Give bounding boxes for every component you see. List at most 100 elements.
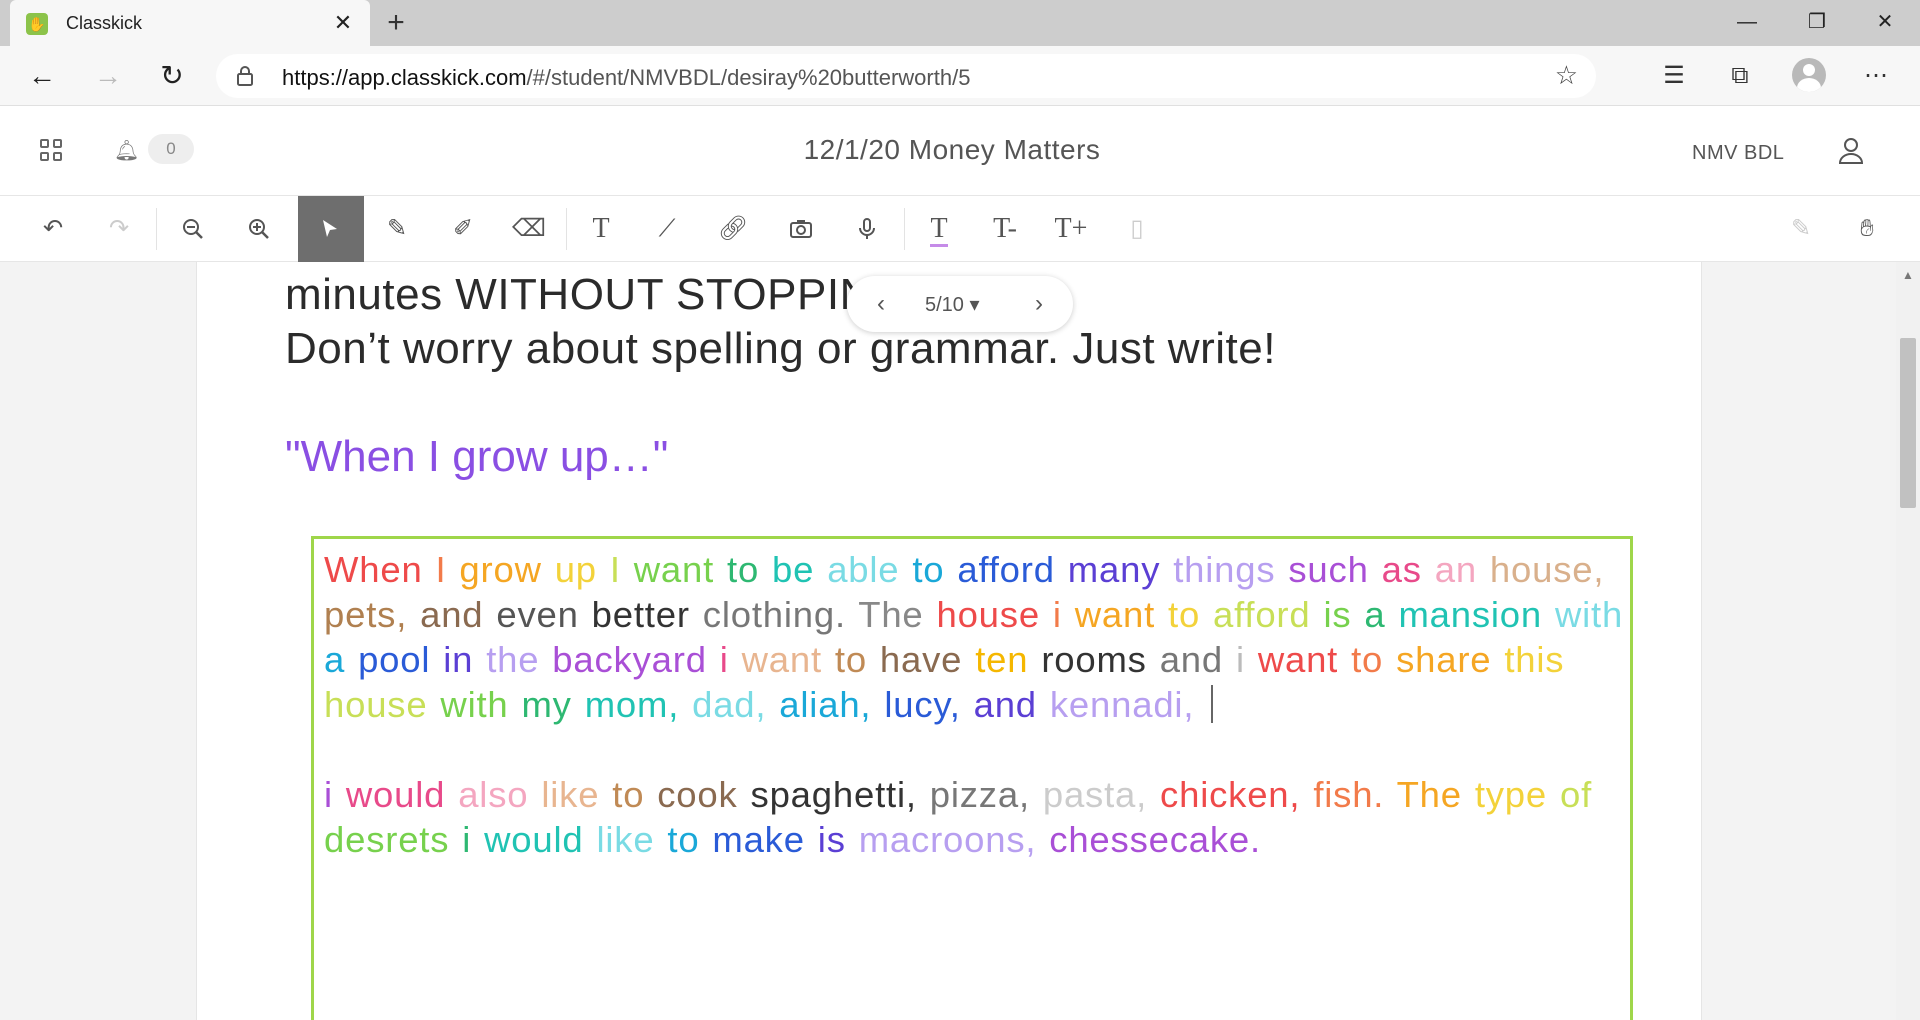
answer-word: afford	[1213, 594, 1311, 635]
answer-word: mom,	[584, 684, 680, 725]
answer-word: with	[440, 684, 509, 725]
address-bar[interactable]: https://app.classkick.com/#/student/NMVB…	[216, 54, 1596, 98]
answer-word: able	[827, 549, 900, 590]
answer-word: make	[712, 819, 805, 860]
browser-tab[interactable]: ✋ Classkick ✕	[10, 0, 370, 46]
browser-toolbar: ← → ↻ https://app.classkick.com/#/studen…	[0, 46, 1920, 106]
delete-tool-icon: ▯	[1130, 215, 1144, 242]
highlighter-tool-icon[interactable]: ✐	[430, 196, 496, 262]
answer-word: clothing.	[702, 594, 846, 635]
eraser-tool-icon[interactable]: ⌫	[496, 196, 562, 262]
hand-pan-tool-icon[interactable]: ✋︎	[1834, 196, 1900, 262]
answer-word: to	[912, 549, 945, 590]
decrease-text-size-icon[interactable]: T-	[972, 196, 1038, 262]
tab-title: Classkick	[66, 13, 143, 33]
canvas-workspace[interactable]: minutes WITHOUT STOPPING Don’t worry abo…	[0, 262, 1920, 1020]
answer-word: i	[719, 639, 729, 680]
answer-word: The	[1396, 774, 1462, 815]
student-answer-textbox[interactable]: When I grow up I want to be able to affo…	[311, 536, 1633, 1020]
answer-paragraph	[324, 727, 1624, 772]
browser-tab-strip: ✋ Classkick ✕ + — ❐ ✕	[0, 0, 1920, 46]
answer-word: is	[1323, 594, 1352, 635]
microphone-tool-icon[interactable]	[834, 196, 900, 262]
answer-word: things	[1173, 549, 1276, 590]
redo-icon: ↷	[108, 215, 130, 242]
answer-word: would	[345, 774, 446, 815]
answer-word: a	[1364, 594, 1386, 635]
answer-word: The	[858, 594, 924, 635]
sticker-tool-icon: ✎	[1790, 215, 1812, 242]
url-host: https://app.classkick.com	[282, 65, 527, 90]
text-color-icon[interactable]: T	[906, 196, 972, 262]
answer-word: and	[973, 684, 1037, 725]
zoom-in-icon[interactable]	[226, 196, 292, 262]
back-icon[interactable]: ←	[22, 56, 62, 96]
class-name[interactable]: NMV BDL	[1692, 142, 1784, 165]
answer-word: pool	[358, 639, 431, 680]
answer-word: house,	[1489, 549, 1605, 590]
answer-word: the	[486, 639, 540, 680]
answer-word: such	[1288, 549, 1369, 590]
minimize-icon[interactable]: —	[1716, 0, 1778, 46]
previous-page-icon[interactable]: ‹	[861, 284, 901, 324]
answer-word: is	[817, 819, 846, 860]
answer-word: also	[458, 774, 529, 815]
favorites-icon[interactable]: ☰	[1656, 58, 1692, 94]
answer-word: I	[609, 549, 621, 590]
answer-word: backyard	[552, 639, 707, 680]
scroll-thumb[interactable]	[1900, 338, 1916, 508]
answer-word: rooms	[1041, 639, 1147, 680]
assignment-title: 12/1/20 Money Matters	[803, 134, 1101, 165]
answer-word: be	[772, 549, 815, 590]
answer-word: even	[496, 594, 579, 635]
prompt-line-1: minutes WITHOUT STOPPING	[285, 270, 907, 319]
answer-word: dad,	[692, 684, 767, 725]
zoom-out-icon[interactable]	[160, 196, 226, 262]
favorite-star-icon[interactable]: ☆	[1555, 60, 1578, 91]
lock-icon	[237, 66, 253, 86]
pen-tool-icon[interactable]: ✎	[364, 196, 430, 262]
select-pointer-tool[interactable]	[298, 196, 364, 262]
answer-word: i	[462, 819, 472, 860]
answer-word: pizza,	[929, 774, 1030, 815]
answer-word: in	[443, 639, 474, 680]
app-header: 🔔︎ 0 12/1/20 Money Matters NMV BDL	[0, 106, 1920, 196]
answer-word: this	[1504, 639, 1565, 680]
answer-word: to	[1351, 639, 1384, 680]
answer-word: to	[612, 774, 645, 815]
answer-word: chicken,	[1160, 774, 1301, 815]
answer-word: aliah,	[779, 684, 872, 725]
line-tool-icon[interactable]: ⟋	[634, 196, 700, 262]
answer-word: as	[1381, 549, 1422, 590]
profile-avatar[interactable]	[1792, 58, 1826, 92]
close-tab-icon[interactable]: ✕	[328, 8, 358, 38]
refresh-icon[interactable]: ↻	[152, 56, 192, 96]
scroll-up-icon[interactable]: ▲	[1902, 268, 1914, 282]
answer-word: cook	[657, 774, 738, 815]
new-tab-icon[interactable]: +	[378, 6, 414, 40]
collections-icon[interactable]: ⧉	[1722, 58, 1758, 94]
user-account-icon[interactable]	[1838, 136, 1864, 166]
answer-word: ten	[975, 639, 1029, 680]
answer-word: chessecake.	[1049, 819, 1261, 860]
more-menu-icon[interactable]: ⋯	[1858, 58, 1894, 94]
undo-icon[interactable]: ↶	[20, 196, 86, 262]
restore-icon[interactable]: ❐	[1786, 0, 1848, 46]
answer-paragraph: When I grow up I want to be able to affo…	[324, 547, 1624, 727]
answer-word: would	[484, 819, 584, 860]
drawing-toolbar: ↶ ↷ ✎ ✐ ⌫ T ⟋ 🔗︎ T T- T+ ▯ ✎ ✋︎	[0, 196, 1920, 262]
answer-text[interactable]: When I grow up I want to be able to affo…	[324, 547, 1624, 862]
camera-tool-icon[interactable]	[768, 196, 834, 262]
answer-word: kennadi,	[1049, 684, 1195, 725]
vertical-scrollbar[interactable]: ▲	[1896, 262, 1920, 1020]
link-tool-icon[interactable]: 🔗︎	[700, 196, 766, 262]
page-selector[interactable]: 5/10 ▾	[925, 292, 980, 317]
answer-word: house	[324, 684, 428, 725]
worksheet-page[interactable]: minutes WITHOUT STOPPING Don’t worry abo…	[196, 262, 1702, 1020]
text-tool-icon[interactable]: T	[568, 196, 634, 262]
answer-word: many	[1067, 549, 1161, 590]
close-window-icon[interactable]: ✕	[1854, 0, 1916, 46]
increase-text-size-icon[interactable]: T+	[1038, 196, 1104, 262]
prompt-starter: "When I grow up…"	[285, 432, 669, 481]
next-page-icon[interactable]: ›	[1019, 284, 1059, 324]
